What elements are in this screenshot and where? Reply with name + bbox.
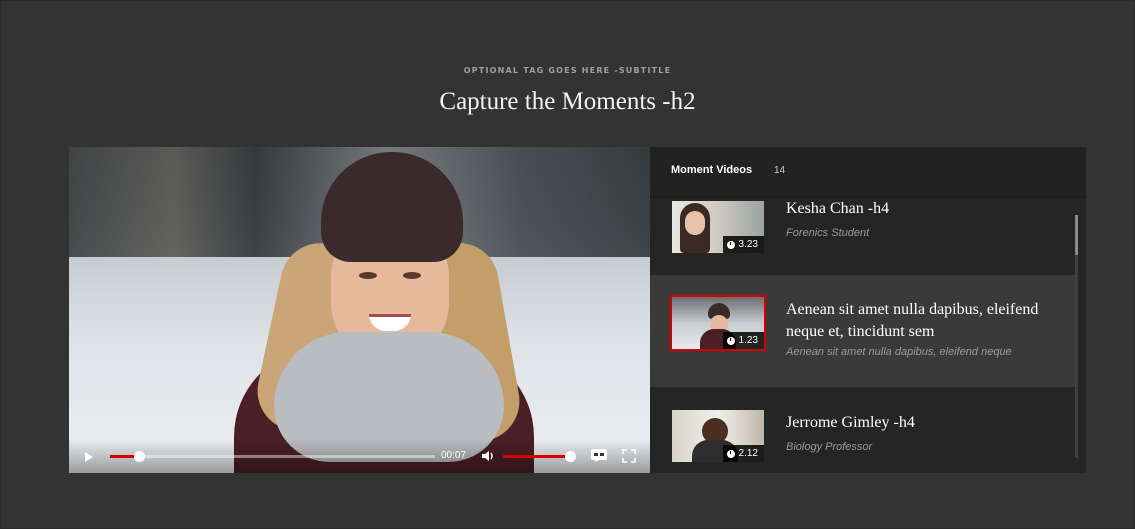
play-icon[interactable] [85, 452, 93, 462]
playlist-item[interactable]: 2.12 Jerrome Gimley -h4 Biology Professo… [650, 388, 1076, 473]
video-thumbnail: 3.23 [672, 201, 764, 253]
player-controls: 00:07 [69, 439, 650, 473]
volume-fill [503, 455, 570, 458]
item-title: Aenean sit amet nulla dapibus, eleifend … [786, 301, 1039, 340]
volume-slider[interactable] [503, 451, 576, 462]
video-thumbnail: 1.23 [670, 295, 766, 351]
item-title: Jerrome Gimley -h4 [786, 414, 915, 431]
scrollbar-thumb[interactable] [1075, 215, 1078, 255]
item-subtitle: Forenics Student [786, 227, 870, 239]
section-tag: OPTIONAL TAG GOES HERE -SUBTITLE [463, 66, 672, 75]
fullscreen-icon[interactable] [622, 449, 636, 463]
item-title: Kesha Chan -h4 [786, 200, 890, 217]
item-subtitle: Aenean sit amet nulla dapibus, eleifend … [786, 346, 1012, 358]
duration-badge: 3.23 [722, 236, 764, 253]
clock-icon [726, 336, 735, 345]
playlist-item-active[interactable]: 1.23 Aenean sit amet nulla dapibus, elei… [650, 275, 1076, 387]
volume-handle[interactable] [564, 451, 576, 462]
playlist-count: 14 [774, 165, 786, 176]
playlist-title: Moment Videos [671, 164, 753, 176]
volume-icon[interactable] [481, 449, 495, 463]
clock-icon [726, 449, 735, 458]
playlist-header: Moment Videos 14 [650, 147, 1086, 198]
duration-badge: 1.23 [722, 332, 764, 349]
video-player[interactable]: 00:07 [69, 147, 650, 473]
clock-icon [726, 240, 735, 249]
section-title: Capture the Moments -h2 [439, 88, 696, 115]
video-thumbnail: 2.12 [672, 410, 764, 462]
moment-videos-panel: Moment Videos 14 3.23 Kesha Chan -h4 For… [650, 147, 1086, 473]
progress-bar[interactable] [110, 451, 435, 462]
progress-handle[interactable] [134, 451, 146, 462]
playlist-item[interactable]: 3.23 Kesha Chan -h4 Forenics Student [650, 198, 1076, 274]
item-subtitle: Biology Professor [786, 441, 873, 453]
duration-badge: 2.12 [722, 445, 764, 462]
captions-icon[interactable] [591, 449, 607, 462]
current-time: 00:07 [441, 450, 467, 461]
playlist-scrollbar[interactable] [1075, 215, 1078, 458]
video-frame [69, 147, 650, 473]
